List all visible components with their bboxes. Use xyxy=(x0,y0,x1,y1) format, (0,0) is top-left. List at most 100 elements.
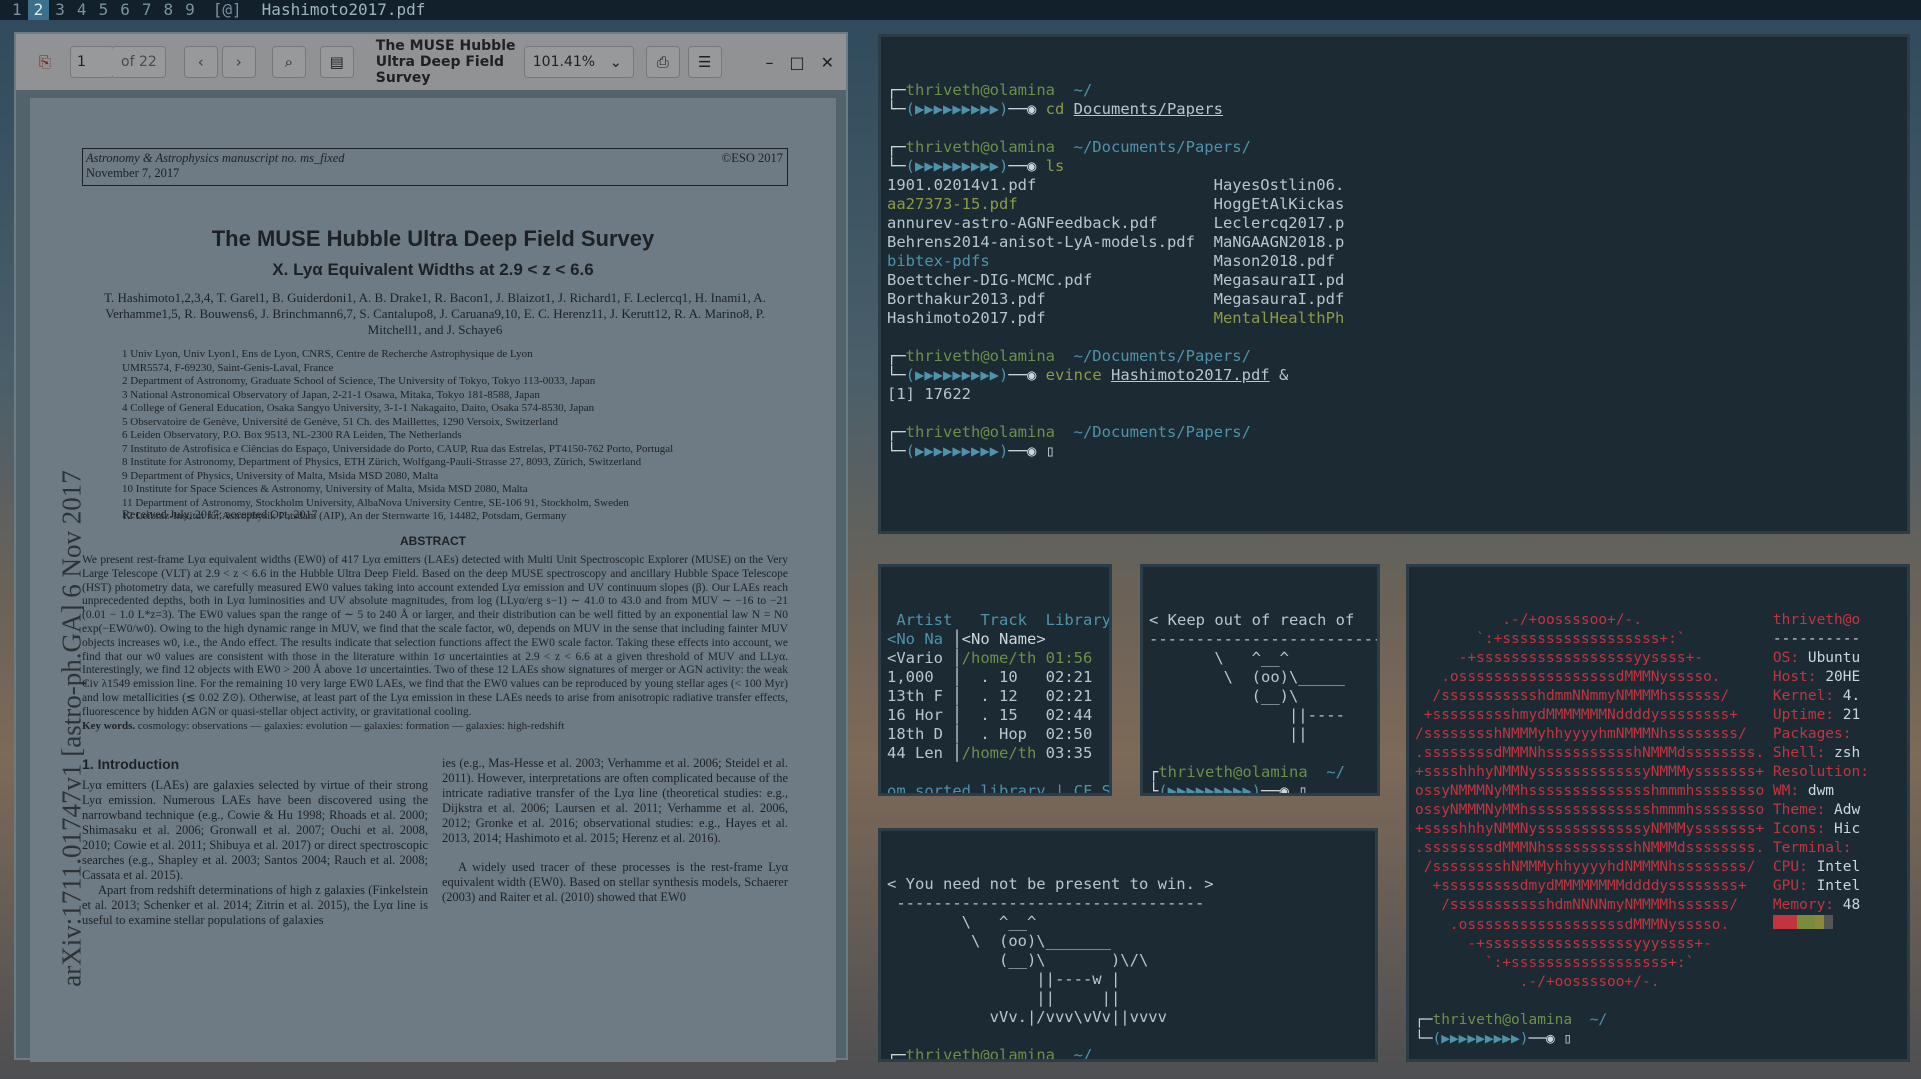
cmus-artist[interactable]: <No Na xyxy=(887,630,952,648)
neofetch-row: +sssssssssdmydMMMMMMMMddddyssssssss+ GPU… xyxy=(1415,877,1901,896)
prompt-corner: ┌─ xyxy=(887,81,906,99)
cmus-row[interactable]: <No Na │<No Name> xyxy=(887,630,1103,649)
workspace-6[interactable]: 6 xyxy=(114,0,136,20)
ls-entry[interactable]: Boettcher-DIG-MCMC.pdf xyxy=(887,271,1214,289)
cmus-library[interactable]: Artist Track Library <No Na │<No Name> <Va… xyxy=(881,605,1109,793)
cmus-time: 02:21 xyxy=(1045,687,1093,705)
zoom-select[interactable]: 101.41% ⌄ xyxy=(523,46,634,78)
cmus-window[interactable]: Artist Track Library <No Na │<No Name> <Va… xyxy=(878,564,1112,796)
neofetch-window[interactable]: .-/+oossssoo+/-. thriveth@o `:+sssssssss… xyxy=(1406,564,1910,1062)
workspace-list[interactable]: 123456789 xyxy=(0,0,207,20)
neofetch-art: `:+ssssssssssssssssss+:` xyxy=(1415,631,1773,647)
cmus-artist[interactable]: 16 Hor xyxy=(887,706,952,724)
cmus-header-artist[interactable]: Artist xyxy=(887,611,980,629)
cmus-row[interactable]: 44 Len │/home/th 03:35 xyxy=(887,744,1103,763)
cmus-header-library[interactable]: Library xyxy=(1046,611,1109,629)
cowsay-window-2[interactable]: < You need not be present to win. > ----… xyxy=(878,828,1378,1062)
cmus-artist[interactable]: 44 Len xyxy=(887,744,952,762)
neofetch-art: +sssshhhyNMMNyssssssssssssyNMMMysssssss+ xyxy=(1415,764,1773,780)
column-left: Lyα emitters (LAEs) are galaxies selecte… xyxy=(82,778,428,927)
workspace-7[interactable]: 7 xyxy=(136,0,158,20)
cmus-artist[interactable]: 18th D xyxy=(887,725,952,743)
prev-page-button[interactable]: ‹ xyxy=(183,46,218,78)
page-count: of 22 xyxy=(113,46,166,78)
cmus-track[interactable]: /home/th xyxy=(962,649,1046,667)
ls-entry[interactable]: MegasauraII.pd xyxy=(1214,271,1345,289)
prompt-line: └─(▶▶▶▶▶▶▶▶▶)──◉ cd Documents/Papers xyxy=(887,100,1901,119)
workspace-9[interactable]: 9 xyxy=(179,0,201,20)
maximize-icon[interactable]: □ xyxy=(789,53,804,72)
workspace-3[interactable]: 3 xyxy=(49,0,71,20)
ls-entry[interactable]: Borthakur2013.pdf xyxy=(887,290,1214,308)
minimize-icon[interactable]: – xyxy=(765,53,773,72)
ls-entry[interactable]: 1901.02014v1.pdf xyxy=(887,176,1214,194)
neofetch-value: 20HE xyxy=(1825,669,1861,685)
neofetch-key: Kernel: xyxy=(1772,688,1843,704)
ls-entry[interactable]: MaNGAAGN2018.p xyxy=(1214,233,1345,251)
ls-entry[interactable]: MegasauraI.pdf xyxy=(1214,290,1345,308)
ls-entry[interactable]: annurev-astro-AGNFeedback.pdf xyxy=(887,214,1214,232)
cmus-artist[interactable]: 1,000 xyxy=(887,668,952,686)
prompt-user: thriveth@olamina xyxy=(905,1046,1055,1062)
search-button[interactable]: ⌕ xyxy=(271,46,306,78)
ls-entry[interactable]: Behrens2014-anisot-LyA-models.pdf xyxy=(887,233,1214,251)
sidebar-icon: ▤ xyxy=(329,53,344,71)
menu-button[interactable]: ☰ xyxy=(687,46,722,78)
neofetch-art: ossyNMMMNyMMhsssssssssssssshmmmhssssssso xyxy=(1415,783,1773,799)
search-icon: ⌕ xyxy=(284,53,293,71)
cmus-row[interactable]: 18th D │ . Hop 02:50 xyxy=(887,725,1103,744)
neofetch-art: .ossssssssssssssssssdMMMNysssso. xyxy=(1415,669,1773,685)
cmus-track[interactable]: . Hop xyxy=(962,725,1046,743)
cmus-artist[interactable]: 13th F xyxy=(887,687,952,705)
cursor-icon: ▯ xyxy=(1045,442,1055,460)
close-icon[interactable]: ✕ xyxy=(821,53,834,72)
prompt-corner: └─ xyxy=(887,366,906,384)
cmus-row[interactable]: <Vario │/home/th 01:56 xyxy=(887,649,1103,668)
ls-entry[interactable]: MentalHealthPh xyxy=(1214,309,1345,327)
ls-row: bibtex-pdfs Mason2018.pdf xyxy=(887,252,1901,271)
ls-entry[interactable]: Hashimoto2017.pdf xyxy=(887,309,1214,327)
prompt-line: ┌─thriveth@olamina ~/ xyxy=(1415,1011,1901,1030)
cmus-row[interactable]: 1,000 │ . 10 02:21 xyxy=(887,668,1103,687)
workspace-4[interactable]: 4 xyxy=(71,0,93,20)
ls-entry[interactable]: Mason2018.pdf xyxy=(1214,252,1335,270)
cowsay-line: (__)\ )\/\ xyxy=(887,951,1149,969)
next-page-button[interactable]: › xyxy=(221,46,256,78)
cmus-row[interactable]: 13th F │ . 12 02:21 xyxy=(887,687,1103,706)
cmus-track[interactable]: . 15 xyxy=(962,706,1046,724)
prompt-marker: ──◉ xyxy=(1008,366,1046,384)
pdf-toolbar: ⎘ 1 of 22 ‹ › ⌕ ▤ The MUSE Hubble Ultra … xyxy=(16,34,846,90)
cmus-row[interactable]: 16 Hor │ . 15 02:44 xyxy=(887,706,1103,725)
neofetch-key: Terminal: xyxy=(1772,840,1861,856)
annotate-button[interactable]: ⎙ xyxy=(645,46,680,78)
neofetch-value: Adw xyxy=(1834,802,1861,818)
workspace-5[interactable]: 5 xyxy=(93,0,115,20)
sidebar-button[interactable]: ▤ xyxy=(319,46,354,78)
cmus-header-track[interactable]: Track xyxy=(980,611,1045,629)
prompt-line: ┌─thriveth@olamina ~/ xyxy=(887,1046,1369,1062)
layout-indicator[interactable]: [@] xyxy=(207,0,248,20)
cowsay-window-1[interactable]: < Keep out of reach of ------------------… xyxy=(1140,564,1380,796)
page-number-input[interactable]: 1 xyxy=(70,46,114,78)
neofetch-row: ossyNMMMNyMMhsssssssssssssshmmmhssssssso… xyxy=(1415,801,1901,820)
workspace-8[interactable]: 8 xyxy=(157,0,179,20)
cmus-artist[interactable]: <Vario xyxy=(887,649,952,667)
terminal-main[interactable]: ┌─thriveth@olamina ~/└─(▶▶▶▶▶▶▶▶▶)──◉ cd… xyxy=(878,34,1910,534)
prompt-marker: ──◉ ▯ xyxy=(1528,1031,1573,1047)
cmus-track[interactable]: /home/th xyxy=(962,744,1046,762)
ls-entry[interactable]: aa27373-15.pdf xyxy=(887,195,1214,213)
neofetch-value: 48 xyxy=(1842,897,1861,913)
cmus-track[interactable]: . 10 xyxy=(962,668,1046,686)
prompt-arrows: (▶▶▶▶▶▶▶▶▶) xyxy=(1158,782,1261,796)
ls-entry[interactable]: HayesOstlin06. xyxy=(1214,176,1345,194)
cmus-track[interactable]: . 12 xyxy=(962,687,1046,705)
paper-subtitle: X. Lyα Equivalent Widths at 2.9 < z < 6.… xyxy=(272,260,594,279)
ls-entry[interactable]: HoggEtAlKickas xyxy=(1214,195,1345,213)
ls-entry[interactable]: bibtex-pdfs xyxy=(887,252,1214,270)
workspace-1[interactable]: 1 xyxy=(6,0,28,20)
workspace-2[interactable]: 2 xyxy=(27,0,50,20)
ls-entry[interactable]: Leclercq2017.p xyxy=(1214,214,1345,232)
cmus-track[interactable]: <No Name> xyxy=(962,630,1046,648)
